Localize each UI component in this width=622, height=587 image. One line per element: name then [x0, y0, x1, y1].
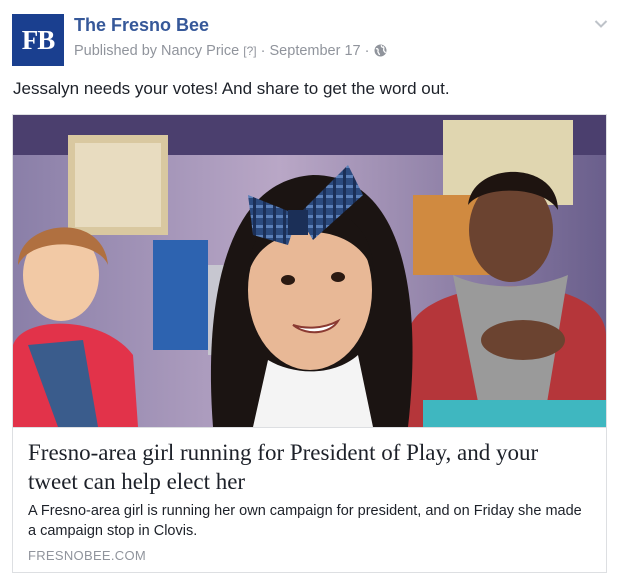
- meta-separator: ·: [260, 43, 266, 59]
- link-preview-card[interactable]: Fresno-area girl running for President o…: [12, 114, 607, 573]
- link-description: A Fresno-area girl is running her own ca…: [28, 503, 582, 539]
- chevron-down-icon[interactable]: [594, 16, 608, 34]
- link-preview-image[interactable]: [13, 115, 606, 427]
- post-date-link[interactable]: September 17: [270, 43, 361, 59]
- globe-icon[interactable]: [374, 44, 387, 61]
- page-avatar[interactable]: FB: [12, 14, 64, 66]
- facebook-post: FB The Fresno Bee Published by Nancy Pri…: [0, 0, 622, 587]
- avatar-logo-text: FB: [21, 24, 56, 55]
- post-meta: Published by Nancy Price [?] · September…: [74, 43, 387, 61]
- published-by-text[interactable]: Published by Nancy Price: [74, 43, 239, 59]
- post-message: Jessalyn needs your votes! And share to …: [13, 79, 450, 98]
- page-name-link[interactable]: The Fresno Bee: [74, 15, 209, 36]
- link-title[interactable]: Fresno-area girl running for President o…: [28, 438, 588, 496]
- link-domain: FRESNOBEE.COM: [28, 548, 147, 563]
- link-preview-body[interactable]: Fresno-area girl running for President o…: [13, 427, 606, 572]
- help-marker[interactable]: [?]: [243, 44, 256, 58]
- meta-separator-2: ·: [364, 43, 370, 59]
